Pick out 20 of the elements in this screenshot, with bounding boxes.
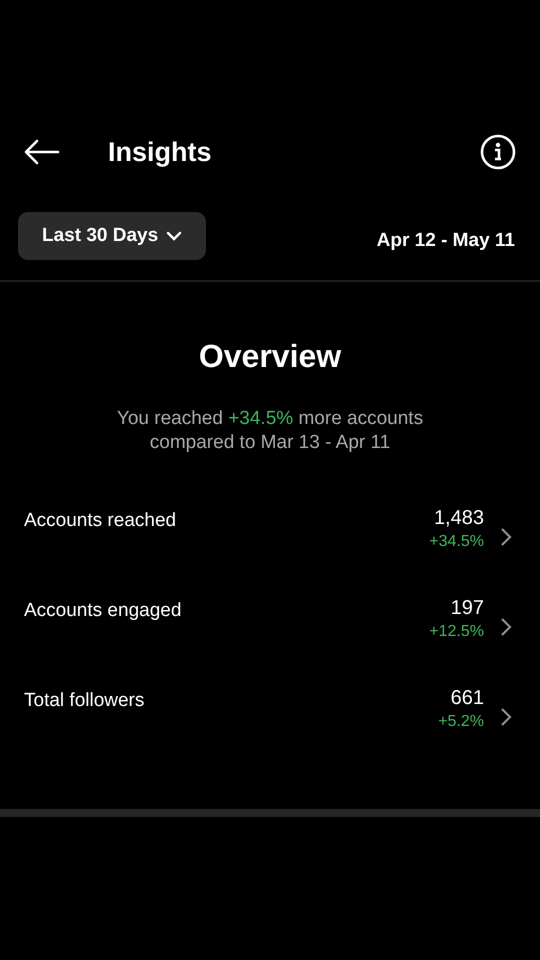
metric-change: +5.2% [438,713,484,731]
metric-value: 197 [450,597,484,620]
metric-value: 661 [450,687,484,710]
back-button[interactable] [24,139,60,165]
summary-text: You reached +34.5% more accounts compared to Mar 13 - Apr 11 [116,407,424,455]
date-range: Apr 12 - May 11 [376,230,515,252]
info-button[interactable] [480,134,516,170]
metric-change: +12.5% [429,623,484,641]
caret-icon [166,231,182,241]
metric-label: Accounts engaged [24,600,182,622]
chevron-right-icon[interactable] [500,527,512,547]
date-range-dropdown[interactable]: Last 30 Days [18,212,206,260]
page-title: Insights [108,136,213,168]
metric-label: Total followers [24,690,146,712]
metric-change: +34.5% [429,533,484,551]
chevron-right-icon[interactable] [500,617,512,637]
metric-label: Accounts reached [24,510,178,532]
chevron-right-icon[interactable] [500,707,512,727]
section-title: Overview [198,338,342,375]
metric-value: 1,483 [434,507,484,530]
